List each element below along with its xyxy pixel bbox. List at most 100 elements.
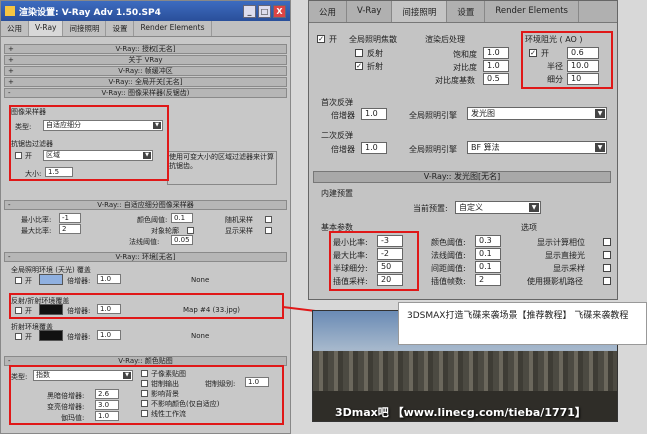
tab-common[interactable]: 公用	[309, 1, 348, 22]
app-icon	[5, 6, 15, 16]
tab-indirect-illumination[interactable]: 间接照明	[63, 21, 107, 36]
tab-common[interactable]: 公用	[1, 21, 29, 36]
rollout-global-switches[interactable]: + V-Ray:: 全局开关[无名]	[4, 77, 287, 87]
gi-on-label: 开	[329, 35, 337, 44]
rollout-image-sampler[interactable]: - V-Ray:: 图像采样器(反锯齿)	[4, 88, 287, 98]
rollout-label: V-Ray:: 颜色贴图	[118, 357, 173, 365]
use-camera-path-checkbox[interactable]	[603, 277, 611, 285]
reflective-label: 反射	[367, 49, 383, 58]
show-samples-checkbox[interactable]	[265, 227, 272, 234]
color-threshold-input[interactable]: 0.1	[171, 213, 193, 223]
contrast-base-label: 对比度基数	[435, 76, 475, 85]
rollout-about[interactable]: + 关于 VRay	[4, 55, 287, 65]
rollout-label: V-Ray:: 全局开关[无名]	[108, 78, 183, 86]
rollout-label: V-Ray:: 授权[无名]	[115, 45, 176, 53]
rollout-label: V-Ray:: 环境[无名]	[115, 253, 176, 261]
tab-bar: 公用 V-Ray 间接照明 设置 Render Elements	[309, 1, 617, 23]
rollout-environment[interactable]: - V-Ray:: 环境[无名]	[4, 252, 287, 262]
refr-env-color-swatch[interactable]	[39, 330, 63, 341]
rollout-irradiance-map[interactable]: V-Ray:: 发光图[无名]	[313, 171, 611, 183]
rollout-label: V-Ray:: 自适应细分图像采样器	[97, 201, 194, 209]
window-title: 渲染设置: V-Ray Adv 1.50.SP4	[19, 7, 161, 18]
secondary-engine-value: BF 算法	[471, 143, 500, 152]
gi-env-mult-input[interactable]: 1.0	[97, 274, 121, 284]
refractive-label: 折射	[367, 62, 383, 71]
close-button[interactable]: X	[273, 4, 286, 18]
highlight-box	[9, 105, 169, 181]
refr-env-on-label: 开	[25, 333, 32, 341]
tab-settings[interactable]: 设置	[447, 1, 486, 22]
secondary-engine-select[interactable]: BF 算法 ▼	[467, 141, 607, 154]
tab-render-elements[interactable]: Render Elements	[134, 21, 212, 36]
max-rate-label: 最大比率:	[21, 227, 52, 235]
contrast-label: 对比度	[453, 63, 477, 72]
show-direct-light-label: 显示直接光	[545, 251, 585, 260]
rollout-label: 关于 VRay	[128, 56, 163, 64]
show-calc-phase-label: 显示计算相位	[537, 238, 585, 247]
current-preset-label: 当前预置:	[413, 204, 448, 213]
irr-normal-threshold-input[interactable]: 0.1	[475, 248, 501, 260]
refr-env-checkbox[interactable]	[15, 333, 22, 340]
tab-bar: 公用 V-Ray 间接照明 设置 Render Elements	[1, 21, 290, 37]
minimize-button[interactable]: _	[243, 4, 256, 18]
primary-engine-select[interactable]: 发光图 ▼	[467, 107, 607, 120]
max-rate-input[interactable]: 2	[59, 224, 81, 234]
chevron-down-icon: ▼	[595, 109, 605, 118]
gi-env-on-label: 开	[25, 277, 32, 285]
rollout-label: V-Ray:: 帧缓冲区	[118, 67, 173, 75]
secondary-bounce-label: 二次反弹	[321, 131, 353, 140]
min-rate-label: 最小比率:	[21, 216, 52, 224]
rollout-adaptive-subdivision[interactable]: - V-Ray:: 自适应细分图像采样器	[4, 200, 287, 210]
highlight-box	[521, 31, 613, 89]
show-direct-light-checkbox[interactable]	[603, 251, 611, 259]
window-titlebar: 渲染设置: V-Ray Adv 1.50.SP4 _ □ X	[1, 1, 290, 21]
gi-env-mult-label: 倍增器:	[67, 277, 91, 285]
current-preset-value: 自定义	[459, 203, 483, 212]
normal-threshold-input[interactable]: 0.05	[171, 235, 193, 245]
aa-filter-description: 使用可变大小的区域过滤器来计算抗锯齿。	[167, 151, 277, 185]
primary-engine-label: 全局照明引擎	[409, 111, 457, 120]
gi-on-checkbox[interactable]: ✓	[317, 35, 325, 43]
show-samples-label: 显示采样	[553, 264, 585, 273]
contrast-base-input[interactable]: 0.5	[483, 73, 509, 85]
rollout-frame-buffer[interactable]: + V-Ray:: 帧缓冲区	[4, 66, 287, 76]
show-calc-phase-checkbox[interactable]	[603, 238, 611, 246]
tab-settings[interactable]: 设置	[106, 21, 135, 36]
reflective-checkbox[interactable]	[355, 49, 363, 57]
tab-vray[interactable]: V-Ray	[29, 21, 64, 36]
irr-normal-threshold-label: 法线阈值:	[431, 251, 466, 260]
chevron-down-icon: ▼	[529, 203, 539, 212]
interp-frames-label: 插值帧数:	[431, 277, 466, 286]
gi-env-checkbox[interactable]	[15, 277, 22, 284]
gi-env-color-swatch[interactable]	[39, 274, 63, 285]
maximize-button[interactable]: □	[258, 4, 271, 18]
normal-threshold-label: 法线阈值:	[129, 238, 160, 246]
irr-dist-threshold-label: 间距阈值:	[431, 264, 466, 273]
tab-indirect-illumination[interactable]: 间接照明	[392, 1, 448, 22]
rollout-authorization[interactable]: + V-Ray:: 授权[无名]	[4, 44, 287, 54]
object-outline-checkbox[interactable]	[187, 227, 194, 234]
gi-env-map-button[interactable]: None	[191, 276, 209, 284]
tab-vray[interactable]: V-Ray	[347, 1, 393, 22]
refr-env-map-button[interactable]: None	[191, 332, 209, 340]
tab-render-elements[interactable]: Render Elements	[485, 1, 579, 22]
refractive-checkbox[interactable]: ✓	[355, 62, 363, 70]
secondary-mult-label: 倍增器	[331, 145, 355, 154]
secondary-engine-label: 全局照明引擎	[409, 145, 457, 154]
saturation-label: 饱和度	[453, 50, 477, 59]
primary-mult-label: 倍增器	[331, 111, 355, 120]
show-samples-checkbox[interactable]	[603, 264, 611, 272]
min-rate-input[interactable]: -1	[59, 213, 81, 223]
post-processing-label: 渲染后处理	[425, 35, 465, 44]
randomize-checkbox[interactable]	[265, 216, 272, 223]
saturation-input[interactable]: 1.0	[483, 47, 509, 59]
irr-color-threshold-input[interactable]: 0.3	[475, 235, 501, 247]
primary-mult-input[interactable]: 1.0	[361, 108, 387, 120]
irr-dist-threshold-input[interactable]: 0.1	[475, 261, 501, 273]
color-threshold-label: 颜色阈值:	[137, 216, 168, 224]
secondary-mult-input[interactable]: 1.0	[361, 142, 387, 154]
contrast-input[interactable]: 1.0	[483, 60, 509, 72]
interp-frames-input[interactable]: 2	[475, 274, 501, 286]
current-preset-select[interactable]: 自定义 ▼	[455, 201, 541, 214]
refr-env-mult-input[interactable]: 1.0	[97, 330, 121, 340]
